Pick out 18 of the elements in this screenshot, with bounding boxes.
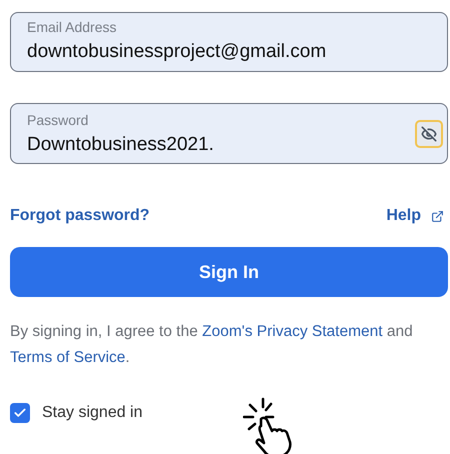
privacy-statement-link[interactable]: Zoom's Privacy Statement bbox=[202, 323, 383, 340]
agreement-text: By signing in, I agree to the Zoom's Privacy Statement and Terms of Service. bbox=[10, 322, 414, 368]
field-value: downtobusinessproject@gmail.com bbox=[27, 40, 328, 64]
help-link[interactable]: Help bbox=[386, 204, 421, 228]
field-label: Email Address bbox=[27, 18, 118, 37]
sign-in-button[interactable]: Sign In bbox=[10, 247, 448, 297]
field-value: Downtobusiness2021. bbox=[27, 132, 215, 157]
checkbox[interactable] bbox=[10, 403, 30, 423]
eye-off-icon bbox=[421, 126, 437, 142]
email-field[interactable]: Email Address downtobusinessproject@gmail.com bbox=[10, 12, 448, 72]
checkbox-label: Stay signed in bbox=[42, 403, 143, 423]
terms-of-service-link[interactable]: Terms of Service bbox=[10, 349, 126, 366]
field-label: Password bbox=[27, 110, 90, 130]
password-field[interactable]: Password Downtobusiness2021. bbox=[10, 103, 448, 164]
toggle-visibility-button[interactable] bbox=[415, 120, 443, 148]
forgot-password-link[interactable]: Forgot password? bbox=[10, 204, 150, 228]
check-icon bbox=[13, 406, 27, 420]
external-link-icon bbox=[431, 210, 444, 222]
